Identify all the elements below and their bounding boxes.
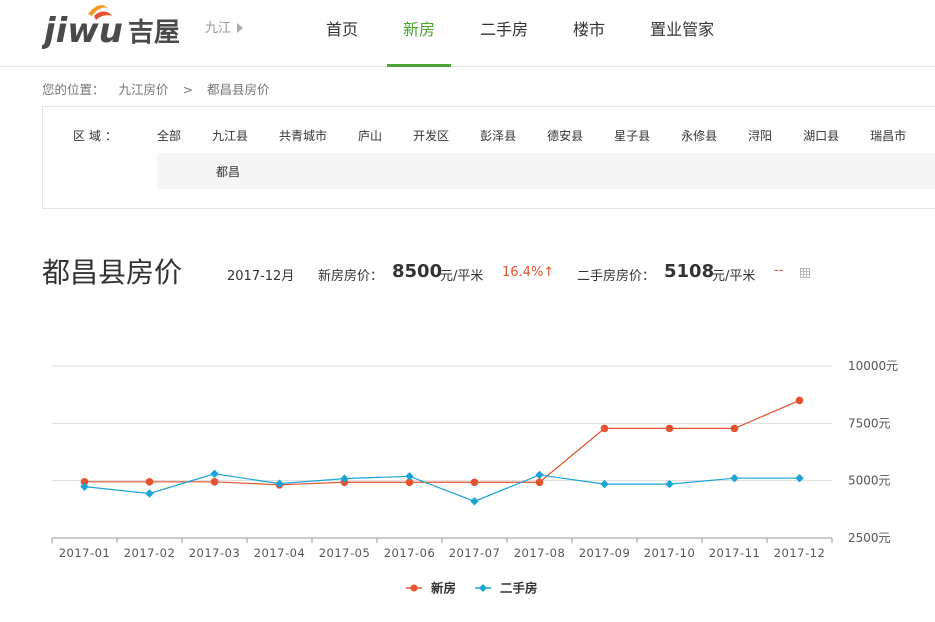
- nav-home[interactable]: 首页: [310, 0, 374, 66]
- new-price-label: 新房房价：: [318, 269, 384, 284]
- data-point-second-hand: [665, 479, 674, 489]
- nav-housing-assistant[interactable]: 置业管家: [634, 0, 730, 66]
- filter-sub-option[interactable]: 都昌: [216, 163, 240, 180]
- data-point-new: [210, 478, 219, 486]
- data-point-second-hand: [210, 469, 219, 478]
- data-point-new: [730, 424, 739, 433]
- nav-second-hand[interactable]: 二手房: [464, 0, 544, 66]
- filter-option[interactable]: 湖口县: [803, 127, 839, 144]
- site-header: jiwu 吉屋 九江 首页 新房 二手房 楼市 置业管家: [0, 0, 935, 67]
- data-point-new: [470, 478, 479, 487]
- y-tick-label: 10000元: [848, 359, 898, 373]
- filter-sub-options: 都昌: [157, 153, 935, 189]
- y-tick-label: 7500元: [848, 416, 891, 430]
- breadcrumb-current: 都昌县房价: [206, 82, 270, 97]
- legend-marker-new: [410, 584, 418, 592]
- filter-option[interactable]: 共青城市: [279, 127, 327, 144]
- region-filter: 区域： 全部 九江县 共青城市 庐山 开发区 彭泽县 德安县 星子县 永修县 浔…: [42, 106, 935, 209]
- filter-option[interactable]: 彭泽县: [480, 127, 516, 144]
- filter-option[interactable]: 星子县: [614, 127, 650, 144]
- grid-icon[interactable]: [800, 268, 810, 278]
- legend-label: 二手房: [500, 581, 538, 596]
- filter-option[interactable]: 九江县: [212, 127, 248, 144]
- data-point-second-hand: [405, 472, 414, 481]
- svg-text:jiwu: jiwu: [42, 11, 123, 50]
- breadcrumb-separator: >: [182, 82, 193, 97]
- data-point-new: [535, 478, 544, 487]
- data-point-second-hand: [535, 470, 544, 480]
- y-tick-label: 5000元: [848, 474, 891, 488]
- x-tick-label: 2017-04: [254, 546, 306, 560]
- filter-option[interactable]: 浔阳: [748, 127, 772, 144]
- breadcrumb-prefix: 您的位置：: [42, 82, 105, 97]
- data-point-new: [145, 478, 154, 486]
- series-line-1: [84, 473, 800, 502]
- breadcrumb: 您的位置： 九江房价 > 都昌县房价: [42, 79, 279, 98]
- x-tick-label: 2017-03: [189, 546, 241, 560]
- series-line-0: [84, 399, 800, 486]
- x-tick-label: 2017-07: [449, 546, 501, 560]
- x-tick-label: 2017-12: [774, 546, 826, 560]
- data-point-second-hand: [600, 479, 609, 489]
- filter-option[interactable]: 瑞昌市: [870, 127, 906, 144]
- x-tick-label: 2017-08: [514, 546, 566, 560]
- x-tick-label: 2017-01: [59, 546, 111, 560]
- x-tick-label: 2017-02: [124, 546, 176, 560]
- price-month: 2017-12月: [227, 269, 295, 284]
- y-tick-label: 2500元: [848, 531, 891, 545]
- legend-marker-second-hand: [479, 584, 487, 592]
- legend-label: 新房: [431, 581, 456, 596]
- new-price-unit: 元/平米: [440, 269, 484, 284]
- price-trend-chart: 10000元 7500元 5000元 2500元 2017-01 2017-02 2017-…: [51, 359, 898, 596]
- nav-market[interactable]: 楼市: [557, 0, 621, 66]
- city-name: 九江: [205, 21, 232, 36]
- x-tick-label: 2017-09: [579, 546, 631, 560]
- filter-option[interactable]: 庐山: [358, 127, 382, 144]
- second-hand-price-label: 二手房房价：: [577, 269, 656, 284]
- main-nav: 首页 新房 二手房 楼市 置业管家: [310, 0, 743, 67]
- filter-label: 区域：: [73, 129, 122, 143]
- data-point-new: [600, 424, 609, 433]
- second-hand-price-change: --: [774, 263, 784, 278]
- city-switcher[interactable]: 九江: [205, 17, 244, 36]
- data-point-new: [795, 396, 804, 405]
- x-tick-label: 2017-06: [384, 546, 436, 560]
- x-tick-label: 2017-10: [644, 546, 696, 560]
- breadcrumb-jiujiang-price[interactable]: 九江房价: [119, 82, 169, 97]
- nav-new-house[interactable]: 新房: [387, 0, 452, 67]
- second-hand-price-unit: 元/平米: [712, 269, 756, 284]
- new-price-value: 8500: [392, 261, 443, 282]
- filter-option[interactable]: 开发区: [413, 127, 449, 144]
- filter-options: 全部 九江县 共青城市 庐山 开发区 彭泽县 德安县 星子县 永修县 浔阳 湖口…: [157, 127, 935, 144]
- filter-option-all[interactable]: 全部: [157, 127, 181, 144]
- x-tick-label: 2017-05: [319, 546, 371, 560]
- filter-option[interactable]: 永修县: [681, 127, 717, 144]
- data-point-second-hand: [470, 497, 479, 506]
- caret-right-icon: [237, 22, 244, 33]
- page-title: 都昌县房价: [42, 256, 183, 289]
- new-price-change: 16.4%↑: [502, 265, 555, 280]
- jiwu-logo[interactable]: jiwu 吉屋: [42, 4, 192, 50]
- x-tick-label: 2017-11: [709, 546, 761, 560]
- filter-option[interactable]: 德安县: [547, 127, 583, 144]
- data-point-second-hand: [145, 489, 154, 498]
- data-point-new: [665, 424, 674, 433]
- second-hand-price-value: 5108: [664, 261, 715, 282]
- svg-text:吉屋: 吉屋: [128, 18, 180, 48]
